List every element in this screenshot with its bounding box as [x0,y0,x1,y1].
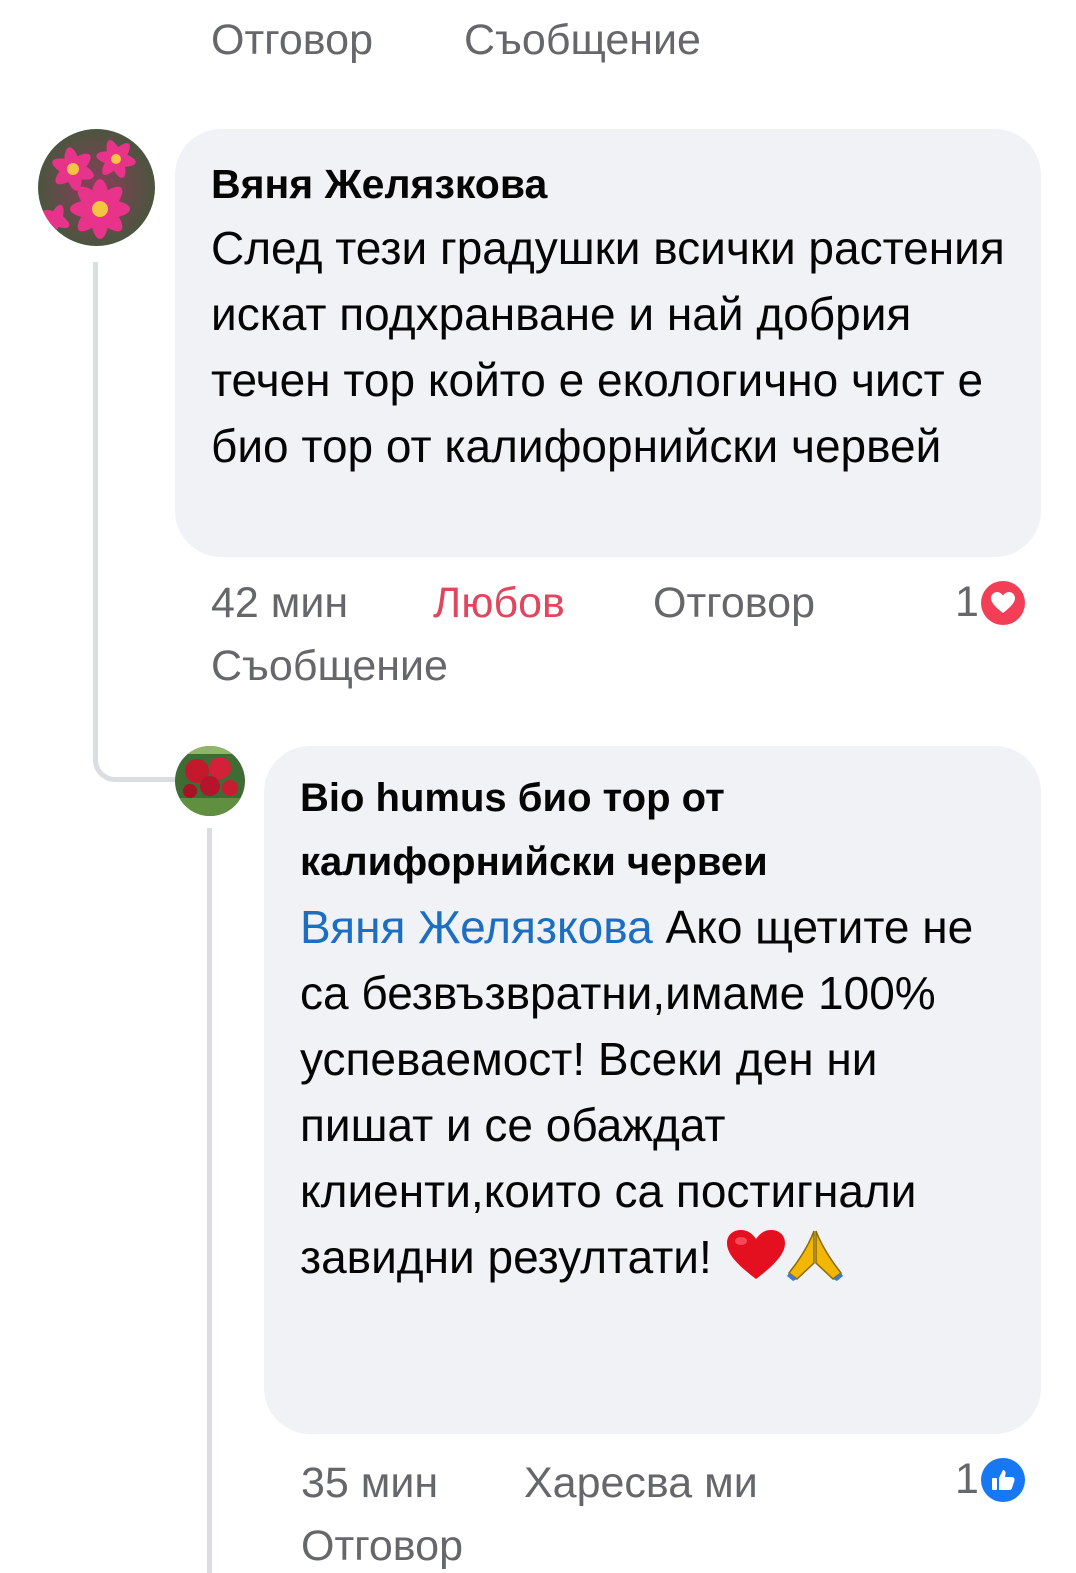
reply-button-2[interactable]: Отговор [301,1525,463,1568]
reaction-count-1: 1 [955,578,979,626]
reply-thread-line [207,828,212,1573]
comment-time-1[interactable]: 42 мин [211,582,348,625]
comment-bubble-2[interactable]: Bio humus био тор от калифорнийски черве… [264,746,1041,1434]
heart-emoji [725,1229,787,1298]
message-link-top[interactable]: Съобщение [464,19,701,62]
comment-text-1: След тези градушки всички растения искат… [211,222,1005,472]
thread-connector [93,262,183,782]
mention-link[interactable]: Вяня Желязкова [300,901,653,953]
comment-author-1[interactable]: Вяня Желязкова [211,153,1005,215]
avatar-bio-humus[interactable] [175,746,245,816]
reaction-count-2: 1 [955,1455,979,1503]
avatar-vyanya[interactable] [38,129,155,246]
like-button-2[interactable]: Харесва ми [524,1462,758,1505]
love-icon [980,580,1025,625]
comment-body-2: Ако щетите не са безвъзвратни,имаме 100%… [300,901,974,1283]
reaction-summary-2[interactable]: 1 [955,1455,1025,1504]
comment-bubble-1[interactable]: Вяня Желязкова След тези градушки всички… [175,129,1041,557]
comment-author-2[interactable]: Bio humus био тор от калифорнийски черве… [300,766,1005,894]
comment-time-2[interactable]: 35 мин [301,1462,438,1505]
reaction-summary-1[interactable]: 1 [955,578,1025,627]
praying-hands-emoji [786,1229,843,1298]
reply-link-top[interactable]: Отговор [211,19,373,62]
love-reaction-button[interactable]: Любов [433,582,565,625]
like-icon [980,1457,1025,1502]
comment-thread: Отговор Съобщение Вяня Желязкова След те… [0,0,1076,1573]
reply-button-1[interactable]: Отговор [653,582,815,625]
message-button-1[interactable]: Съобщение [211,645,448,688]
comment-text-2: Вяня Желязкова Ако щетите не са безвъзвр… [300,894,1005,1298]
